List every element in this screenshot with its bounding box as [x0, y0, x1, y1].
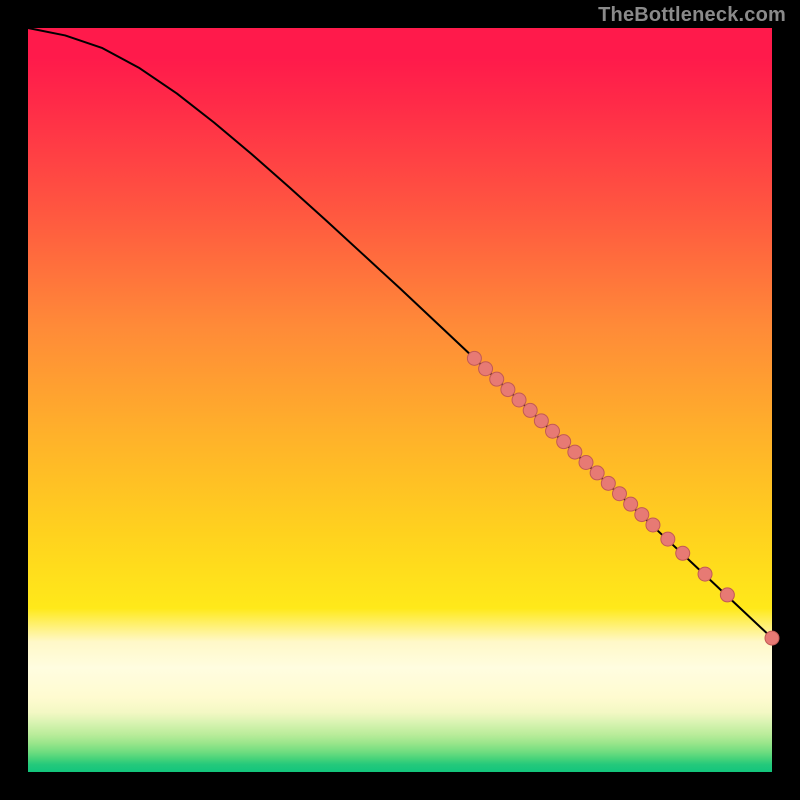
curve-line: [28, 28, 772, 638]
chart-stage: TheBottleneck.com: [0, 0, 800, 800]
scatter-dot: [698, 567, 712, 581]
scatter-dot: [568, 445, 582, 459]
chart-svg: [28, 28, 772, 772]
scatter-dot: [579, 456, 593, 470]
scatter-dot: [612, 487, 626, 501]
scatter-dot: [501, 383, 515, 397]
scatter-dot: [601, 476, 615, 490]
scatter-dot: [720, 588, 734, 602]
scatter-dot: [546, 424, 560, 438]
scatter-dot: [467, 351, 481, 365]
watermark-text: TheBottleneck.com: [598, 4, 786, 27]
scatter-dot: [676, 546, 690, 560]
scatter-dot: [512, 393, 526, 407]
scatter-dot: [479, 362, 493, 376]
scatter-dot: [646, 518, 660, 532]
scatter-dot: [661, 532, 675, 546]
plot-area: [28, 28, 772, 772]
scatter-dot: [635, 508, 649, 522]
scatter-dot: [523, 403, 537, 417]
scatter-dot: [557, 435, 571, 449]
scatter-dot: [765, 631, 779, 645]
scatter-dot: [590, 466, 604, 480]
scatter-dot: [534, 414, 548, 428]
scatter-dot: [624, 497, 638, 511]
scatter-dot: [490, 372, 504, 386]
